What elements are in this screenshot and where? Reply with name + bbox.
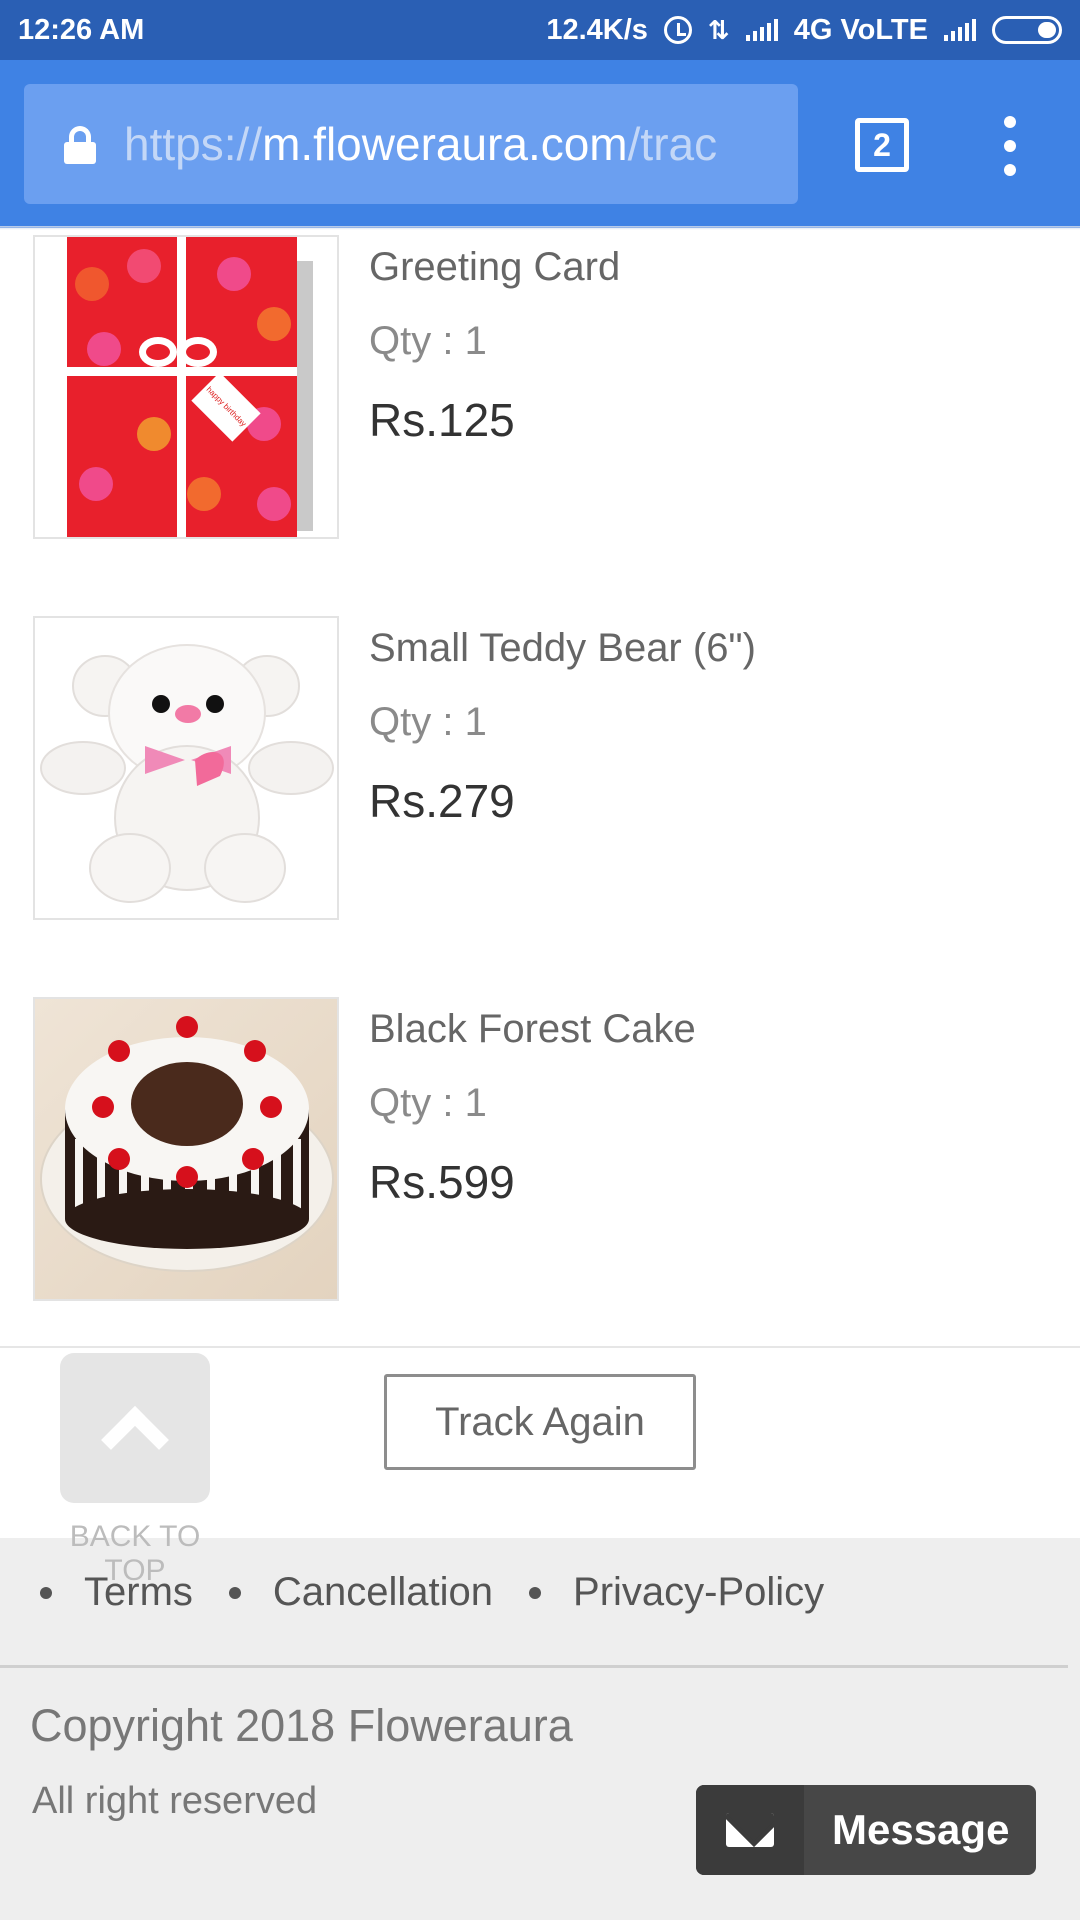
product-qty: Qty : 1: [369, 700, 487, 744]
product-item: Small Teddy Bear (6") Qty : 1 Rs.279: [0, 616, 1080, 926]
signal-icon-2: [944, 19, 976, 41]
rights-text: All right reserved: [32, 1780, 318, 1822]
bullet-icon: [228, 1586, 241, 1599]
product-name[interactable]: Small Teddy Bear (6"): [369, 628, 756, 668]
teddy-bear-image[interactable]: [33, 616, 339, 920]
cake-image[interactable]: [33, 997, 339, 1301]
copyright-text: Copyright 2018 Floweraura: [30, 1700, 573, 1751]
footer-divider: [0, 1665, 1068, 1668]
alarm-icon: [663, 16, 692, 44]
overflow-menu-icon[interactable]: [996, 116, 1024, 176]
message-button[interactable]: Message: [696, 1785, 1036, 1875]
cancellation-link[interactable]: Cancellation: [273, 1570, 493, 1615]
toolbar-shadow: [0, 226, 1080, 230]
product-item: Black Forest Cake Qty : 1 Rs.599: [0, 997, 1080, 1307]
back-to-top-label[interactable]: BACK TO TOP: [60, 1520, 210, 1588]
bullet-icon: [40, 1586, 52, 1599]
greeting-card-image[interactable]: happy birthday: [33, 235, 339, 539]
product-name[interactable]: Greeting Card: [369, 247, 620, 287]
product-qty: Qty : 1: [369, 319, 487, 363]
lock-icon: [64, 126, 96, 164]
product-name[interactable]: Black Forest Cake: [369, 1009, 696, 1049]
product-price: Rs.125: [369, 394, 515, 446]
battery-icon: [992, 16, 1062, 44]
envelope-icon: [726, 1813, 774, 1847]
url-text: https://m.floweraura.com/trac: [124, 118, 718, 170]
url-bar[interactable]: https://m.floweraura.com/trac: [24, 84, 798, 204]
product-price: Rs.279: [369, 775, 515, 827]
product-qty: Qty : 1: [369, 1081, 487, 1125]
product-price: Rs.599: [369, 1156, 515, 1208]
track-again-button[interactable]: Track Again: [384, 1374, 696, 1470]
back-to-top-button[interactable]: [60, 1353, 210, 1503]
bullet-icon: [529, 1586, 542, 1599]
tab-switcher-button[interactable]: 2: [855, 118, 909, 172]
privacy-policy-link[interactable]: Privacy-Policy: [573, 1570, 824, 1615]
network-type: 4G VoLTE: [793, 13, 928, 46]
data-transfer-icon: ⇅: [707, 14, 730, 45]
chevron-up-icon: [101, 1406, 169, 1474]
net-speed: 12.4K/s: [546, 13, 648, 46]
status-time: 12:26 AM: [18, 13, 145, 46]
section-divider: [0, 1346, 1080, 1348]
status-bar: 12:26 AM 12.4K/s ⇅ 4G VoLTE: [0, 0, 1080, 60]
message-label: Message: [832, 1806, 1010, 1853]
product-item: happy birthday Greeting Card Qty : 1 Rs.…: [0, 235, 1080, 545]
browser-toolbar: https://m.floweraura.com/trac 2: [0, 60, 1080, 228]
signal-icon: [745, 19, 778, 41]
